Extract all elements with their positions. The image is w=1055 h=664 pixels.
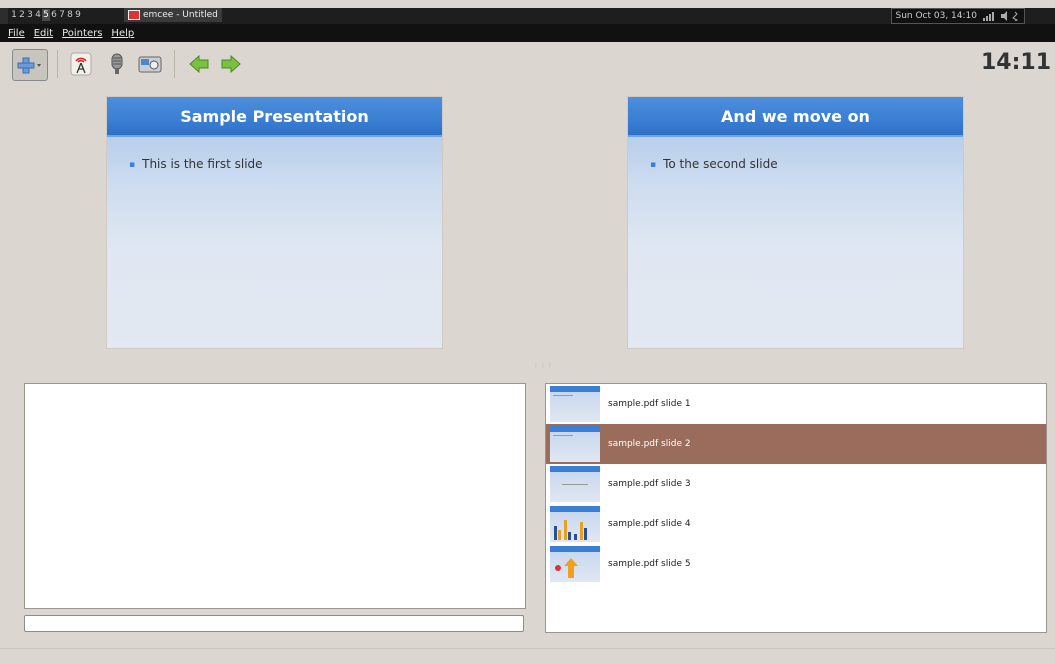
panel-menu-corner[interactable]	[0, 8, 8, 24]
next-slide-title: And we move on	[628, 97, 963, 135]
toolbar	[0, 42, 1055, 84]
microphone-button[interactable]	[102, 49, 132, 79]
desktop-strip	[0, 0, 1055, 8]
menu-edit[interactable]: Edit	[34, 28, 53, 39]
slide-list-item-1[interactable]: sample.pdf slide 1	[546, 384, 1046, 424]
camera-icon	[138, 56, 162, 73]
next-slide-bullet: To the second slide	[650, 157, 963, 171]
current-slide-preview: Sample Presentation This is the first sl…	[107, 97, 442, 348]
workspace-9[interactable]: 9	[74, 9, 82, 21]
slide-thumbnail	[550, 426, 600, 462]
arrow-up-chart-icon	[555, 558, 578, 578]
next-slide-button[interactable]	[216, 49, 246, 79]
camera-button[interactable]	[135, 49, 165, 79]
broadcast-button[interactable]	[66, 49, 96, 79]
current-slide-bullet: This is the first slide	[129, 157, 442, 171]
panel-clock[interactable]: Sun Oct 03, 14:10	[891, 8, 1025, 24]
presentation-clock: 14:11	[980, 50, 1051, 75]
app-icon	[128, 10, 140, 20]
bar-chart-icon	[554, 520, 587, 540]
workspace-8[interactable]: 8	[66, 9, 74, 21]
workspace-5[interactable]: 5	[42, 9, 50, 21]
panel-datetime: Sun Oct 03, 14:10	[895, 11, 977, 21]
slide-thumbnail	[550, 506, 600, 542]
arrow-right-icon	[221, 54, 241, 74]
broadcast-tower-icon	[70, 52, 92, 76]
workspace-2[interactable]: 2	[18, 9, 26, 21]
slide-list-label: sample.pdf slide 2	[608, 439, 691, 449]
system-panel: 1 2 3 4 5 6 7 8 9 emcee - Untitled Sun O…	[0, 0, 1055, 24]
workspace-7[interactable]: 7	[58, 9, 66, 21]
slide-list-label: sample.pdf slide 3	[608, 479, 691, 489]
slide-list-item-4[interactable]: sample.pdf slide 4	[546, 504, 1046, 544]
status-bar	[0, 648, 1055, 664]
slide-list-item-5[interactable]: sample.pdf slide 5	[546, 544, 1046, 584]
workspace-6[interactable]: 6	[50, 9, 58, 21]
slide-list-label: sample.pdf slide 1	[608, 399, 691, 409]
pane-resize-handle[interactable]: ⋮⋮⋮	[533, 362, 554, 369]
notes-area[interactable]	[24, 383, 526, 609]
pointer-cross-icon	[17, 57, 41, 74]
add-pointer-button[interactable]	[12, 49, 48, 81]
slide-list[interactable]: sample.pdf slide 1 sample.pdf slide 2 sa…	[545, 383, 1047, 633]
slide-thumbnail	[550, 546, 600, 582]
current-slide-title: Sample Presentation	[107, 97, 442, 135]
menu-pointers[interactable]: Pointers	[62, 28, 102, 39]
workspace-1[interactable]: 1	[10, 9, 18, 21]
toolbar-separator	[57, 50, 58, 78]
title-underline	[628, 135, 963, 137]
menu-file[interactable]: File	[8, 28, 25, 39]
signal-icon	[983, 11, 1019, 21]
previous-slide-button[interactable]	[184, 49, 214, 79]
toolbar-separator	[174, 50, 175, 78]
taskbar-window-title: emcee - Untitled	[143, 10, 218, 20]
title-underline	[107, 135, 442, 137]
workspace-switcher[interactable]: 1 2 3 4 5 6 7 8 9	[10, 3, 82, 21]
slide-list-item-3[interactable]: sample.pdf slide 3	[546, 464, 1046, 504]
slide-thumbnail	[550, 466, 600, 502]
text-entry-field[interactable]	[24, 615, 524, 632]
slide-list-label: sample.pdf slide 4	[608, 519, 691, 529]
menu-bar: File Edit Pointers Help	[0, 24, 1055, 42]
arrow-left-icon	[189, 54, 209, 74]
slide-thumbnail	[550, 386, 600, 422]
workspace-3[interactable]: 3	[26, 9, 34, 21]
slide-list-item-2[interactable]: sample.pdf slide 2	[546, 424, 1046, 464]
taskbar-window-button[interactable]: emcee - Untitled	[124, 8, 222, 22]
slide-list-label: sample.pdf slide 5	[608, 559, 691, 569]
microphone-icon	[111, 53, 123, 74]
next-slide-preview: And we move on To the second slide	[628, 97, 963, 348]
workspace-4[interactable]: 4	[34, 9, 42, 21]
menu-help[interactable]: Help	[111, 28, 134, 39]
